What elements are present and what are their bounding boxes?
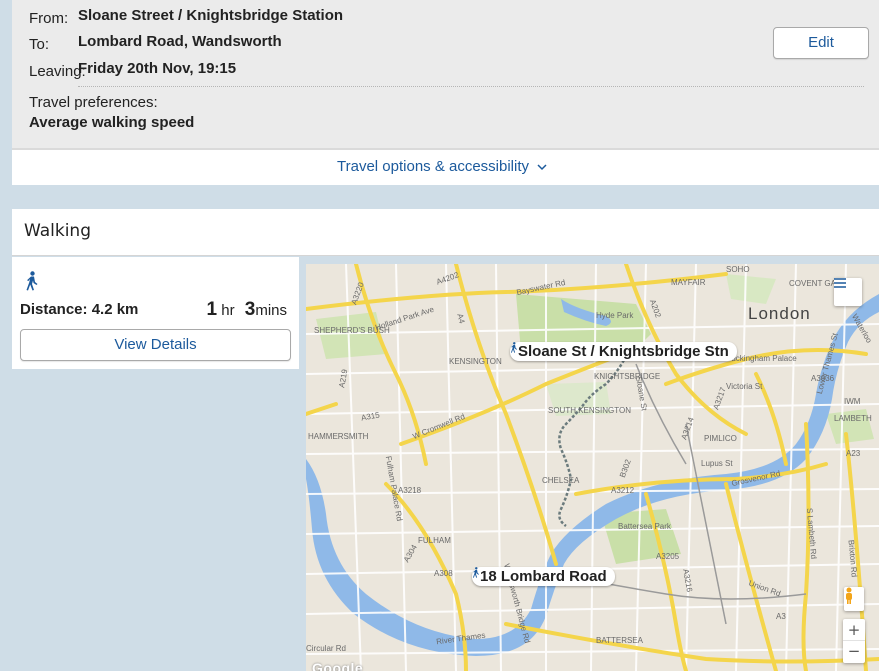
travel-preferences-label: Travel preferences:	[29, 94, 158, 111]
map-label: HAMMERSMITH	[308, 432, 369, 441]
travel-options-toggle[interactable]: Travel options & accessibility	[337, 158, 547, 175]
map-label: A3218	[398, 486, 422, 495]
layers-menu-icon[interactable]	[834, 278, 862, 306]
map-label: CHELSEA	[542, 476, 580, 485]
map-label: Battersea Park	[618, 522, 671, 531]
map-label: Victoria St	[726, 382, 763, 391]
map-label: A23	[846, 449, 861, 458]
view-details-button[interactable]: View Details	[20, 329, 291, 361]
map-label: KNIGHTSBRIDGE	[594, 372, 661, 381]
map-label: Buckingham Palace	[726, 354, 797, 363]
divider	[78, 86, 864, 87]
map-label: BATTERSEA	[596, 636, 643, 645]
start-location-callout[interactable]: Sloane St / Knightsbridge Stn	[510, 342, 737, 361]
map-label: IWM	[844, 397, 861, 406]
map-label: FULHAM	[418, 536, 451, 545]
map-label: LAMBETH	[834, 414, 872, 423]
duration-hours: 1	[206, 299, 218, 320]
end-location-label: 18 Lombard Road	[480, 568, 607, 585]
edit-button[interactable]: Edit	[773, 27, 869, 59]
to-value: Lombard Road, Wandsworth	[78, 33, 282, 50]
to-label: To:	[29, 36, 50, 53]
map-label: A3	[776, 612, 786, 621]
map-label: PIMLICO	[704, 434, 737, 443]
travel-options-label: Travel options & accessibility	[337, 158, 530, 175]
duration-hours-unit: hr	[221, 302, 235, 319]
google-logo: Google	[312, 660, 364, 671]
walking-header: Walking	[12, 209, 879, 256]
walking-summary-panel: Distance: 4.2 km 1 hr 3mins View Details	[12, 257, 299, 369]
travel-options-bar: Travel options & accessibility	[12, 148, 879, 185]
end-location-callout[interactable]: 18 Lombard Road	[472, 567, 615, 586]
duration-text: 1 hr 3mins	[206, 299, 287, 321]
zoom-controls: + −	[843, 619, 865, 663]
map-city-label: London	[748, 304, 811, 323]
duration-minutes-unit: mins	[255, 302, 287, 319]
leaving-value: Friday 20th Nov, 19:15	[78, 60, 237, 77]
chevron-down-icon	[537, 158, 547, 175]
map-label: Circular Rd	[306, 644, 347, 653]
from-label: From:	[29, 10, 69, 27]
pegman-icon[interactable]	[844, 587, 864, 611]
map-label: SOHO	[726, 265, 750, 274]
duration-minutes: 3	[244, 299, 256, 320]
zoom-in-button[interactable]: +	[843, 619, 865, 641]
map-label: Lupus St	[701, 459, 733, 468]
map-label: A3212	[611, 486, 635, 495]
walking-person-icon	[26, 271, 38, 291]
walking-title: Walking	[24, 221, 91, 241]
walking-person-icon	[510, 342, 518, 353]
start-location-label: Sloane St / Knightsbridge Stn	[518, 343, 729, 360]
zoom-out-button[interactable]: −	[843, 641, 865, 663]
map-label: SOUTH KENSINGTON	[548, 406, 631, 415]
travel-preferences-value: Average walking speed	[29, 114, 195, 131]
route-map[interactable]: London SOHO COVENT GARD MAYFAIR Bayswate…	[306, 264, 879, 671]
map-label: KENSINGTON	[449, 357, 502, 366]
map-label: Hyde Park	[596, 311, 634, 320]
journey-summary: From: Sloane Street / Knightsbridge Stat…	[12, 0, 879, 148]
walking-person-icon	[472, 567, 480, 578]
map-label: A3205	[656, 552, 680, 561]
distance-text: Distance: 4.2 km	[20, 301, 139, 318]
map-label: MAYFAIR	[671, 278, 706, 287]
from-value: Sloane Street / Knightsbridge Station	[78, 7, 344, 24]
map-label: A308	[434, 569, 453, 578]
